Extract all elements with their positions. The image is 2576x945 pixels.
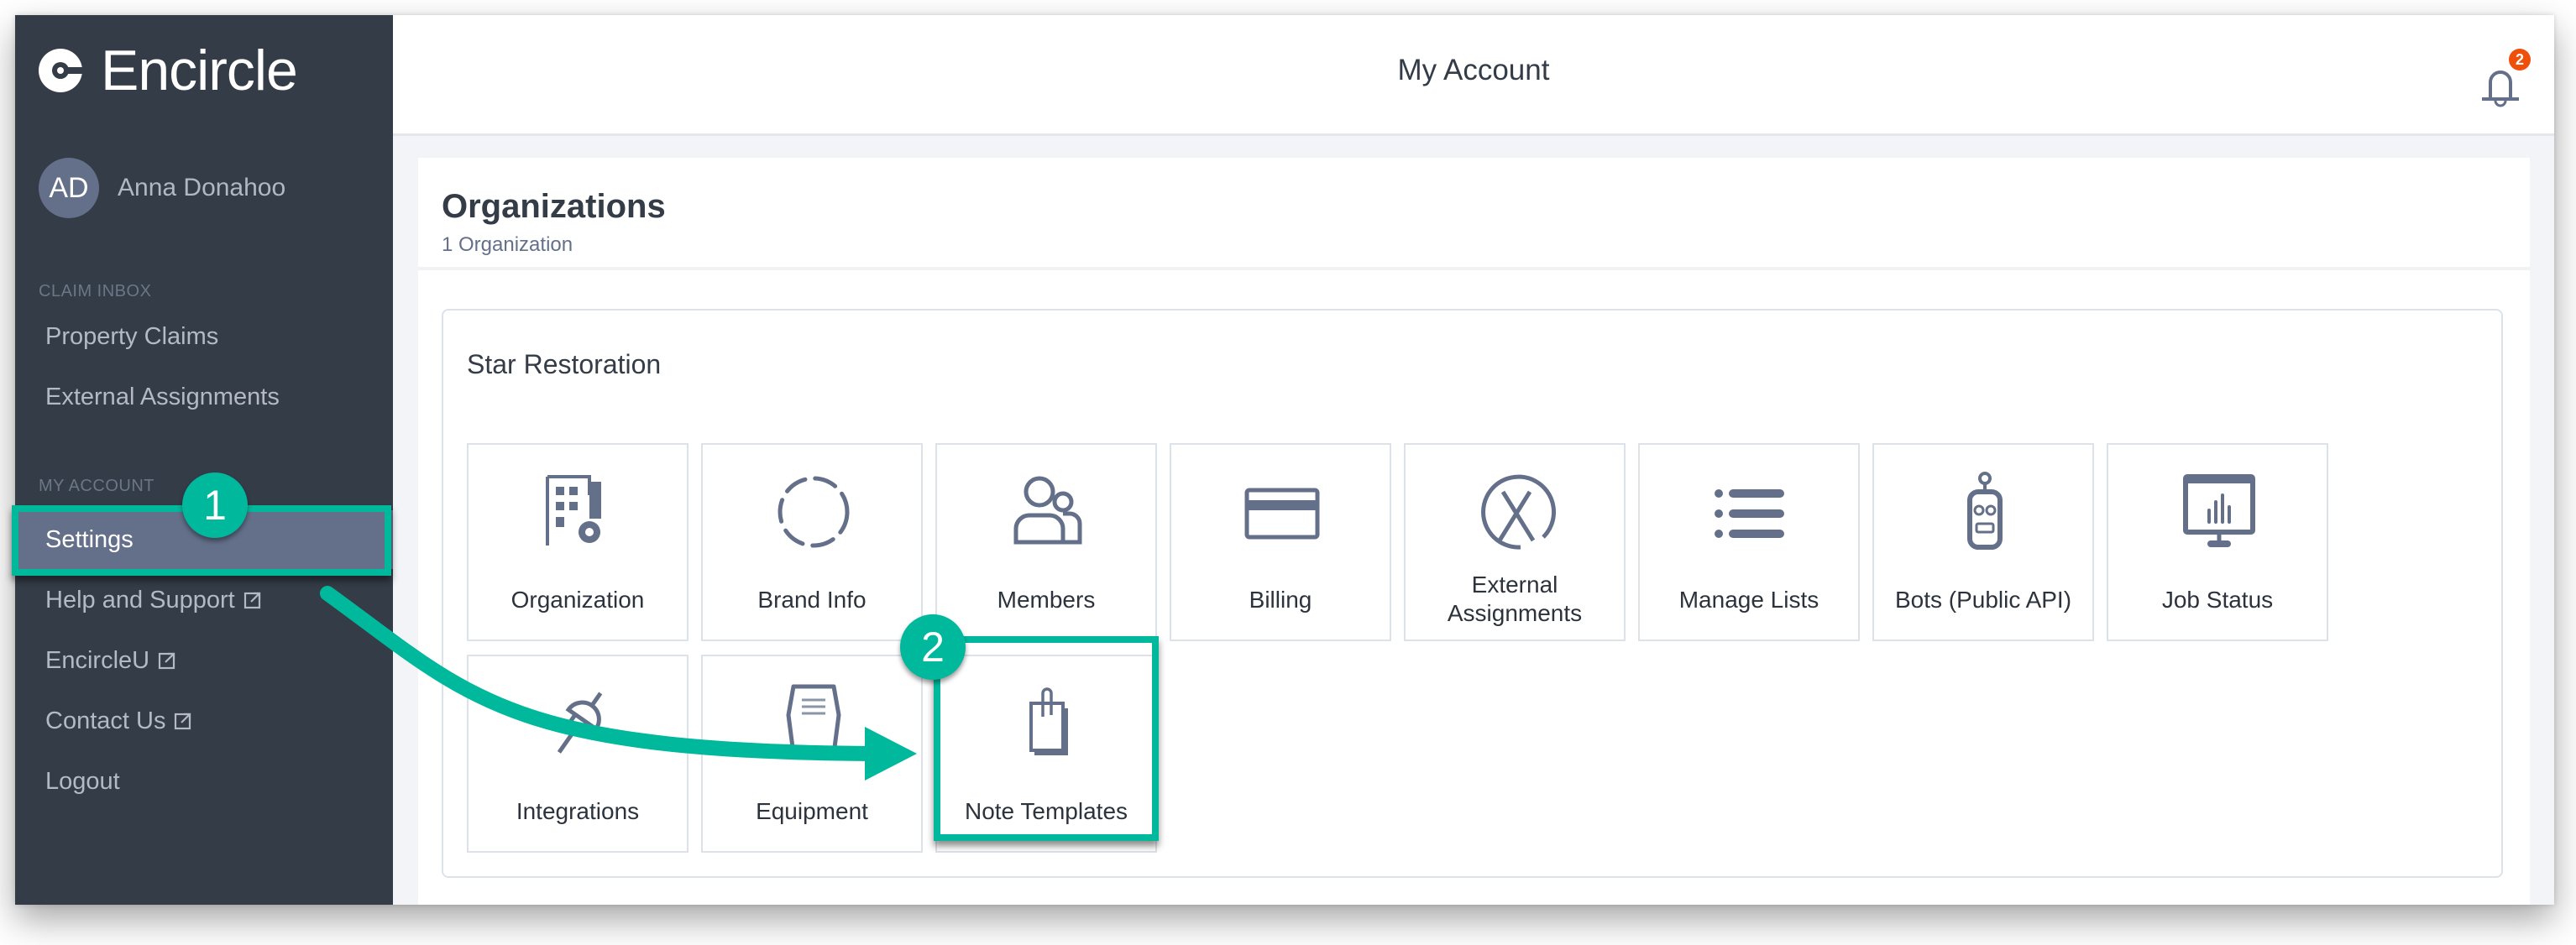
organization-name: Star Restoration <box>467 349 662 379</box>
tile-label: Job Status <box>2161 587 2274 613</box>
section-label-my-account: MY ACCOUNT <box>39 477 154 495</box>
section-label-claim-inbox: CLAIM INBOX <box>39 282 152 300</box>
step-1-badge: 1 <box>182 472 248 538</box>
external-link-icon <box>158 652 175 670</box>
top-header: My Account 2 <box>393 15 2554 136</box>
logo[interactable]: Encircle <box>39 39 298 102</box>
sidebar-item-property-claims[interactable]: Property Claims <box>15 307 393 366</box>
tile-integrations[interactable]: Integrations <box>467 655 689 853</box>
dehumidifier-icon <box>786 684 841 760</box>
tile-label: Members <box>997 587 1096 613</box>
encircle-logo-icon <box>39 49 82 92</box>
tile-label: Organization <box>510 587 645 613</box>
nav-label: External Assignments <box>45 383 280 410</box>
nav-label: Contact Us <box>45 707 166 734</box>
nav-label: Property Claims <box>45 322 219 350</box>
tile-brand-info[interactable]: Brand Info <box>701 443 923 641</box>
tile-label: Manage Lists <box>1678 587 1819 613</box>
sidebar-item-help-and-support[interactable]: Help and Support <box>15 571 393 629</box>
external-link-icon <box>175 713 191 730</box>
list-icon <box>1715 489 1784 538</box>
organizations-panel: Organizations 1 Organization Star Restor… <box>418 158 2530 905</box>
app-window: Encircle AD Anna Donahoo CLAIM INBOX Pro… <box>15 15 2554 905</box>
notification-badge: 2 <box>2509 49 2531 70</box>
tile-label: Bots (Public API) <box>1894 587 2072 613</box>
presentation-chart-icon <box>2183 474 2255 547</box>
building-gear-icon <box>546 475 601 546</box>
tile-members[interactable]: Members <box>935 443 1157 641</box>
plug-icon <box>557 692 603 754</box>
external-link-icon <box>243 592 260 609</box>
brand-name: Encircle <box>101 39 298 102</box>
sidebar-item-contact-us[interactable]: Contact Us <box>15 692 393 750</box>
section-title: Organizations <box>442 188 666 225</box>
highlight-note-templates <box>934 636 1159 841</box>
tile-label: Billing <box>1249 587 1312 613</box>
tile-label: Brand Info <box>757 587 867 613</box>
credit-card-icon <box>1244 488 1320 540</box>
tile-label: External Assignments <box>1447 572 1583 626</box>
nav-label: EncircleU <box>45 646 150 674</box>
tile-job-status[interactable]: Job Status <box>2107 443 2328 641</box>
panel-header: Organizations 1 Organization <box>418 158 2530 270</box>
nav-label: Logout <box>45 767 120 795</box>
tile-equipment[interactable]: Equipment <box>701 655 923 853</box>
tile-label: Equipment <box>756 798 868 824</box>
sidebar-item-logout[interactable]: Logout <box>15 752 393 811</box>
nav-label: Help and Support <box>45 586 235 613</box>
tile-bots-public-api[interactable]: Bots (Public API) <box>1872 443 2094 641</box>
dashed-circle-icon <box>778 476 850 548</box>
sidebar-item-encircleu[interactable]: EncircleU <box>15 631 393 690</box>
users-icon <box>1013 476 1082 545</box>
robot-icon <box>1967 472 2003 550</box>
tile-billing[interactable]: Billing <box>1170 443 1391 641</box>
sidebar-item-external-assignments[interactable]: External Assignments <box>15 368 393 426</box>
organization-count: 1 Organization <box>442 233 573 256</box>
tile-label: Integrations <box>516 798 640 824</box>
user-profile[interactable]: AD Anna Donahoo <box>39 158 285 218</box>
user-name: Anna Donahoo <box>118 174 286 201</box>
page-title: My Account <box>1397 54 1550 86</box>
organization-card: Star Restoration Organization Brand Info <box>442 309 2503 878</box>
tile-external-assignments[interactable]: External Assignments <box>1404 443 1626 641</box>
step-2-badge: 2 <box>900 614 966 680</box>
tile-organization[interactable]: Organization <box>467 443 689 641</box>
circle-x-icon <box>1481 474 1557 550</box>
tile-manage-lists[interactable]: Manage Lists <box>1638 443 1860 641</box>
sidebar: Encircle AD Anna Donahoo CLAIM INBOX Pro… <box>15 15 393 905</box>
avatar: AD <box>39 158 99 218</box>
